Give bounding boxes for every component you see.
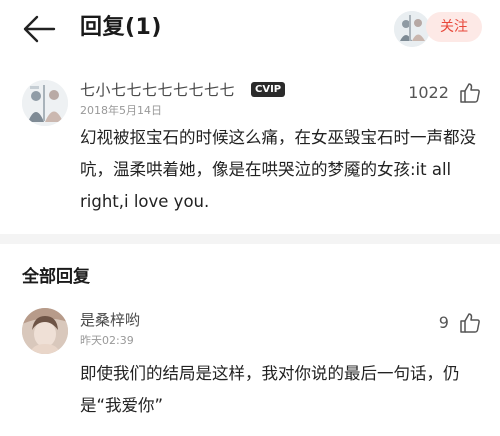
- reply-like-button[interactable]: 9: [439, 310, 482, 336]
- reply-like-count: 9: [438, 313, 449, 332]
- thumbs-up-icon: [460, 83, 480, 103]
- comment-date: 2018年5月14日: [80, 104, 162, 117]
- section-divider: [0, 234, 500, 244]
- comment-text: 幻视被抠宝石的时候这么痛，在女巫毁宝石时一声都没吭，温柔哄着她，像是在哄哭泣的梦…: [80, 128, 476, 211]
- back-arrow-icon: [23, 15, 56, 43]
- follow-button[interactable]: 关注: [426, 12, 482, 42]
- reply-username[interactable]: 是桑梓哟: [80, 310, 140, 330]
- username[interactable]: 七小七七七七七七七七: [80, 80, 235, 100]
- back-button[interactable]: [22, 14, 56, 44]
- header-bar: 回复(1) 关注: [0, 0, 500, 58]
- reply-page: 回复(1) 关注 七小七七七七七七七七 CVIP 2018年5月14日 1022…: [0, 0, 500, 436]
- avatar[interactable]: [22, 80, 68, 126]
- reply-time: 昨天02:39: [80, 334, 134, 347]
- thumbs-up-icon: [460, 313, 480, 333]
- page-title: 回复(1): [80, 15, 162, 40]
- all-replies-heading: 全部回复: [22, 267, 90, 287]
- like-button[interactable]: 1022: [408, 80, 482, 106]
- vip-badge: CVIP: [251, 82, 286, 97]
- reply-text: 即使我们的结局是这样，我对你说的最后一句话，仍是“我爱你”: [80, 364, 460, 415]
- author-avatar[interactable]: [394, 11, 430, 47]
- avatar[interactable]: [22, 308, 68, 354]
- like-count: 1022: [408, 83, 449, 102]
